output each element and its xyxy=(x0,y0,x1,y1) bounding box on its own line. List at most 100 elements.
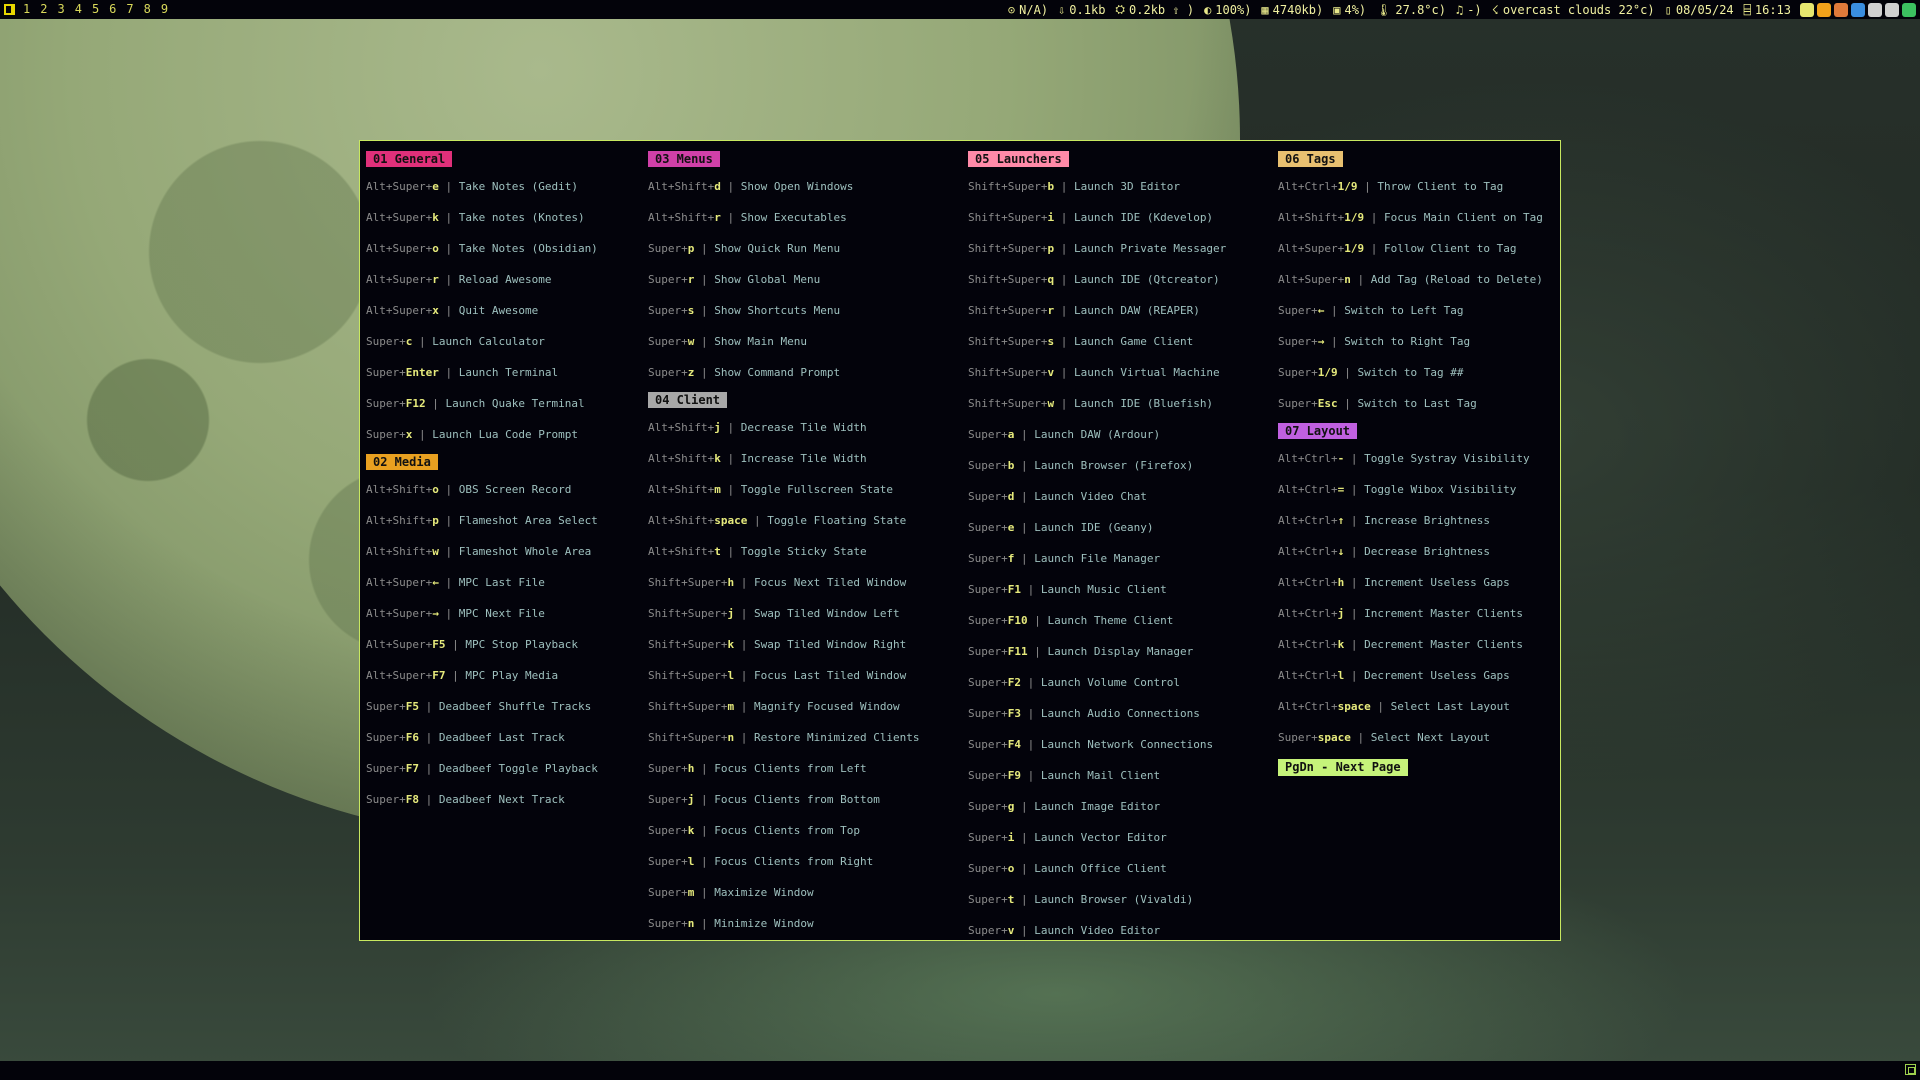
modifier-keys: Super+ xyxy=(968,707,1008,720)
tag-2[interactable]: 2 xyxy=(35,0,52,19)
hotkey-description: Toggle Sticky State xyxy=(740,545,867,558)
vpn-widget[interactable]: ⊙ N/A) xyxy=(1003,3,1053,17)
separator: | xyxy=(1014,893,1035,906)
hotkey-row: Super+F8 | Deadbeef Next Track xyxy=(366,784,636,815)
modifier-keys: Super+ xyxy=(648,824,688,837)
hotkey-row: Super+F1 | Launch Music Client xyxy=(968,574,1268,605)
hotkey-row: Super+v | Launch Video Editor xyxy=(968,915,1268,946)
download-widget[interactable]: ⇩ 0.1kb xyxy=(1053,3,1110,17)
hotkey-description: Reload Awesome xyxy=(458,273,552,286)
hotkey-description: Launch Audio Connections xyxy=(1040,707,1200,720)
layout-indicator-icon[interactable] xyxy=(0,0,18,19)
tray-app-icon[interactable] xyxy=(1834,2,1848,17)
tag-5[interactable]: 5 xyxy=(87,0,104,19)
tray-notes-icon[interactable] xyxy=(1817,2,1831,17)
hotkey-description: Launch Music Client xyxy=(1040,583,1167,596)
volume-widget[interactable]: ◐ 100%) xyxy=(1199,3,1256,17)
network-widget[interactable]: ⛭ 0.2kb ⇧ ) xyxy=(1110,2,1199,17)
hotkey-description: Deadbeef Toggle Playback xyxy=(438,762,598,775)
cpu-widget[interactable]: ▣ 4%) xyxy=(1328,3,1371,17)
modifier-keys: Alt+Super+ xyxy=(366,576,433,589)
modifier-keys: Shift+Super+ xyxy=(968,273,1048,286)
hotkey-description: Launch Terminal xyxy=(458,366,559,379)
tray-shield-icon[interactable] xyxy=(1902,2,1916,17)
separator: | xyxy=(412,428,433,441)
separator: | xyxy=(734,638,754,651)
hotkey-description: Launch IDE (Geany) xyxy=(1034,521,1154,534)
clock-widget[interactable]: ⌸ 16:13 xyxy=(1739,3,1796,17)
tag-6[interactable]: 6 xyxy=(104,0,121,19)
hotkey-row: Shift+Super+v | Launch Virtual Machine xyxy=(968,357,1268,388)
hotkey-row: Alt+Shift+j | Decrease Tile Width xyxy=(648,412,958,443)
hotkey-row: Alt+Ctrl+↑ | Increase Brightness xyxy=(1278,505,1556,536)
separator: | xyxy=(1344,669,1365,682)
tray-power-icon[interactable] xyxy=(1800,2,1814,17)
weather-widget[interactable]: ☇ overcast clouds 22°c) xyxy=(1487,3,1660,17)
hotkey-row: Alt+Ctrl+1/9 | Throw Client to Tag xyxy=(1278,171,1556,202)
music-note-widget[interactable]: ♫ -) xyxy=(1451,3,1487,17)
hotkey-key: w xyxy=(432,545,439,558)
separator: | xyxy=(438,576,459,589)
separator: | xyxy=(1364,211,1384,224)
temperature-icon: 🌡 xyxy=(1376,2,1392,17)
hotkey-row: Super+F11 | Launch Display Manager xyxy=(968,636,1268,667)
section-header: 04 Client xyxy=(648,388,958,412)
hotkey-key: → xyxy=(432,607,439,620)
tray-telegram-icon[interactable] xyxy=(1851,2,1865,17)
hotkey-description: Launch Volume Control xyxy=(1040,676,1180,689)
download-icon: ⇩ xyxy=(1058,2,1066,17)
hotkey-key: n xyxy=(1344,273,1351,286)
modifier-keys: Alt+Ctrl+ xyxy=(1278,700,1338,713)
tray-signal-icon[interactable] xyxy=(1868,2,1882,17)
modifier-keys: Alt+Super+ xyxy=(366,180,433,193)
hotkey-row: Alt+Ctrl+l | Decrement Useless Gaps xyxy=(1278,660,1556,691)
hotkey-description: Launch DAW (REAPER) xyxy=(1073,304,1200,317)
temperature-widget[interactable]: 🌡 27.8°c) xyxy=(1371,3,1451,17)
hotkey-description: Swap Tiled Window Left xyxy=(753,607,900,620)
tag-label: 7 xyxy=(126,2,134,16)
separator: | xyxy=(438,607,459,620)
tag-3[interactable]: 3 xyxy=(52,0,69,19)
hotkey-key: r xyxy=(714,211,721,224)
hotkey-row: Super+s | Show Shortcuts Menu xyxy=(648,295,958,326)
separator: | xyxy=(438,242,459,255)
hotkey-description: Throw Client to Tag xyxy=(1377,180,1504,193)
memory-widget[interactable]: ▦ 4740kb) xyxy=(1256,3,1328,17)
modifier-keys: Super+ xyxy=(648,366,688,379)
modifier-keys: Super+ xyxy=(1278,397,1318,410)
separator: | xyxy=(1014,552,1035,565)
hotkeys-column-1: 01 General Alt+Super+e | Take Notes (Gedi… xyxy=(366,147,636,815)
network-icon: ⛭ xyxy=(1115,2,1126,16)
tray-volume-icon[interactable] xyxy=(1885,2,1899,17)
separator: | xyxy=(1021,738,1041,751)
next-page-hint[interactable]: PgDn - Next Page xyxy=(1278,759,1408,776)
separator: | xyxy=(720,452,741,465)
hotkey-description: Launch Image Editor xyxy=(1034,800,1161,813)
hotkey-key: space xyxy=(714,514,748,527)
hotkey-row: Super+d | Launch Video Chat xyxy=(968,481,1268,512)
hotkey-description: Restore Minimized Clients xyxy=(753,731,920,744)
tag-8[interactable]: 8 xyxy=(139,0,156,19)
calendar-widget[interactable]: ▯ 08/05/24 xyxy=(1660,3,1739,17)
tag-7[interactable]: 7 xyxy=(121,0,138,19)
hotkey-description: Decrement Master Clients xyxy=(1364,638,1524,651)
tag-1[interactable]: 1 xyxy=(18,0,35,19)
modifier-keys: Shift+Super+ xyxy=(968,180,1048,193)
hotkey-key: 1/9 xyxy=(1337,180,1358,193)
separator: | xyxy=(720,180,741,193)
hotkey-row: Super+Enter | Launch Terminal xyxy=(366,357,636,388)
separator: | xyxy=(1324,304,1345,317)
modifier-keys: Alt+Shift+ xyxy=(648,514,715,527)
tag-9[interactable]: 9 xyxy=(156,0,173,19)
modifier-keys: Alt+Ctrl+ xyxy=(1278,483,1338,496)
hotkey-row: Alt+Super+1/9 | Follow Client to Tag xyxy=(1278,233,1556,264)
hotkey-row: Super+p | Show Quick Run Menu xyxy=(648,233,958,264)
layout-box-icon[interactable] xyxy=(1905,1064,1916,1075)
hotkey-key: F2 xyxy=(1007,676,1021,689)
tag-4[interactable]: 4 xyxy=(70,0,87,19)
hotkey-row: Alt+Ctrl+space | Select Last Layout xyxy=(1278,691,1556,722)
hotkey-description: Focus Next Tiled Window xyxy=(753,576,907,589)
status-text: -) xyxy=(1467,2,1482,17)
hotkey-key: F5 xyxy=(432,638,446,651)
separator: | xyxy=(694,886,715,899)
